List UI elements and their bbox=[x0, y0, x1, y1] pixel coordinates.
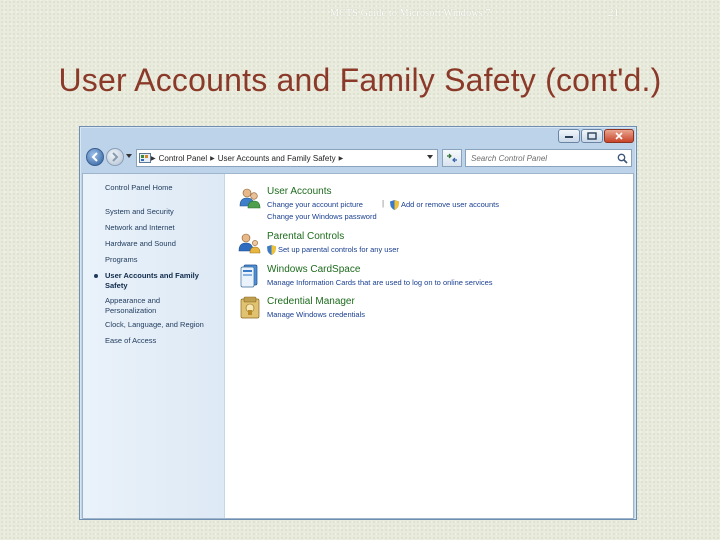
control-panel-window: ▶ Control Panel ▶ User Accounts and Fami… bbox=[79, 126, 637, 520]
maximize-icon bbox=[587, 132, 597, 140]
slide-header: MCTS Guide to Microsoft Windows 7 21 bbox=[0, 7, 720, 24]
refresh-icon bbox=[447, 153, 457, 163]
breadcrumb-separator-icon: ▶ bbox=[210, 155, 215, 162]
sidebar-item-programs[interactable]: Programs bbox=[105, 255, 221, 265]
address-bar-row: ▶ Control Panel ▶ User Accounts and Fami… bbox=[80, 145, 636, 171]
course-name: MCTS Guide to Microsoft Windows 7 bbox=[330, 8, 491, 19]
breadcrumb-separator-icon: ▶ bbox=[151, 155, 156, 162]
refresh-button[interactable] bbox=[442, 149, 462, 167]
link-change-windows-password[interactable]: Change your Windows password bbox=[267, 212, 377, 221]
sidebar-item-control-panel-home[interactable]: Control Panel Home bbox=[105, 183, 221, 193]
link-manage-windows-credentials[interactable]: Manage Windows credentials bbox=[267, 310, 365, 319]
minimize-button[interactable] bbox=[558, 129, 580, 143]
link-manage-information-cards[interactable]: Manage Information Cards that are used t… bbox=[267, 278, 493, 287]
forward-button[interactable] bbox=[106, 148, 124, 166]
sidebar-item-system-and-security[interactable]: System and Security bbox=[105, 207, 221, 217]
users-icon[interactable] bbox=[238, 186, 262, 210]
maximize-button[interactable] bbox=[581, 129, 603, 143]
back-button[interactable] bbox=[86, 148, 104, 166]
category-title-credential-manager[interactable]: Credential Manager bbox=[267, 296, 355, 307]
page-number: 21 bbox=[608, 7, 619, 19]
link-separator: | bbox=[382, 199, 385, 208]
link-add-remove-user-accounts[interactable]: Add or remove user accounts bbox=[401, 200, 499, 209]
back-arrow-icon bbox=[91, 152, 98, 162]
caption-buttons bbox=[557, 129, 634, 143]
breadcrumb-control-panel[interactable]: Control Panel bbox=[159, 154, 207, 163]
sidebar-item-network-and-internet[interactable]: Network and Internet bbox=[105, 223, 221, 233]
category-title-windows-cardspace[interactable]: Windows CardSpace bbox=[267, 264, 360, 275]
address-field[interactable]: ▶ Control Panel ▶ User Accounts and Fami… bbox=[136, 149, 438, 167]
search-input[interactable]: Search Control Panel bbox=[465, 149, 632, 167]
category-title-parental-controls[interactable]: Parental Controls bbox=[267, 231, 344, 242]
slide-title: User Accounts and Family Safety (cont'd.… bbox=[58, 62, 662, 98]
close-button[interactable] bbox=[604, 129, 634, 143]
active-item-bullet-icon bbox=[94, 274, 98, 278]
recent-pages-dropdown-icon[interactable] bbox=[126, 154, 132, 158]
forward-arrow-icon bbox=[112, 152, 119, 162]
control-panel-icon bbox=[139, 153, 151, 163]
shield-icon bbox=[390, 200, 399, 210]
credential-manager-icon[interactable] bbox=[238, 296, 262, 320]
link-set-up-parental-controls[interactable]: Set up parental controls for any user bbox=[278, 245, 399, 254]
cardspace-icon[interactable] bbox=[238, 264, 262, 288]
sidebar-item-ease-of-access[interactable]: Ease of Access bbox=[105, 336, 221, 346]
address-dropdown-icon[interactable] bbox=[427, 155, 433, 159]
close-icon bbox=[615, 132, 623, 140]
sidebar-item-appearance[interactable]: Appearance and Personalization bbox=[105, 296, 205, 316]
content-area: Control Panel Home System and Security N… bbox=[82, 173, 634, 519]
sidebar-item-clock-language-region[interactable]: Clock, Language, and Region bbox=[105, 320, 221, 330]
sidebar: Control Panel Home System and Security N… bbox=[83, 174, 225, 518]
minimize-icon bbox=[565, 136, 573, 138]
search-placeholder: Search Control Panel bbox=[471, 153, 548, 163]
link-change-account-picture[interactable]: Change your account picture bbox=[267, 200, 363, 209]
search-icon[interactable] bbox=[617, 153, 628, 164]
sidebar-item-hardware-and-sound[interactable]: Hardware and Sound bbox=[105, 239, 221, 249]
category-title-user-accounts[interactable]: User Accounts bbox=[267, 186, 331, 197]
sidebar-item-user-accounts-active[interactable]: User Accounts and Family Safety bbox=[94, 271, 213, 291]
breadcrumb-user-accounts[interactable]: User Accounts and Family Safety bbox=[218, 154, 336, 163]
breadcrumb-separator-icon: ▶ bbox=[338, 155, 344, 162]
parental-controls-icon[interactable] bbox=[238, 231, 262, 255]
shield-icon bbox=[267, 245, 276, 255]
sidebar-item-label: User Accounts and Family Safety bbox=[105, 271, 199, 290]
